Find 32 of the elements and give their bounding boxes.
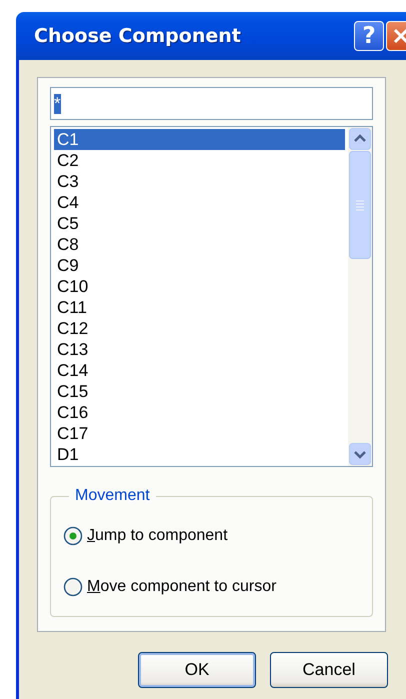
radio-button[interactable] [63, 577, 83, 597]
help-button[interactable]: ? [354, 21, 384, 51]
close-icon [392, 27, 406, 45]
list-item[interactable]: C3 [54, 171, 345, 192]
dialog-button[interactable]: OK [138, 652, 256, 688]
scroll-bar[interactable] [348, 127, 372, 466]
radio-button[interactable] [63, 526, 83, 546]
scroll-down-icon[interactable] [349, 443, 371, 465]
component-list[interactable]: C1 C2 C3 C4 C5 C8 C9 C10 C11 C12 C13 C14 C15 C16 C17 D1 [50, 126, 373, 467]
list-item[interactable]: C11 [54, 297, 345, 318]
radio-label[interactable]: Jump to component [87, 527, 228, 545]
list-item[interactable]: C12 [54, 318, 345, 339]
list-item[interactable]: C9 [54, 255, 345, 276]
window-title: Choose Component [34, 25, 242, 47]
scroll-up-icon[interactable] [349, 128, 371, 150]
group-legend: Movement [69, 487, 156, 505]
dialog-button[interactable]: Cancel [270, 652, 388, 688]
list-item[interactable]: C4 [54, 192, 345, 213]
scroll-thumb[interactable] [349, 151, 371, 259]
filter-field[interactable]: * [50, 87, 373, 120]
list-item[interactable]: C2 [54, 150, 345, 171]
list-item[interactable]: C13 [54, 339, 345, 360]
list-item[interactable]: C5 [54, 213, 345, 234]
list-item[interactable]: D1 [54, 444, 345, 465]
radio-label[interactable]: Move component to cursor [87, 578, 276, 596]
list-item[interactable]: C16 [54, 402, 345, 423]
list-item[interactable]: C14 [54, 360, 345, 381]
list-item[interactable]: C8 [54, 234, 345, 255]
list-item[interactable]: C1 [54, 129, 345, 150]
list-item[interactable]: C17 [54, 423, 345, 444]
list-item[interactable]: C10 [54, 276, 345, 297]
list-item[interactable]: C15 [54, 381, 345, 402]
